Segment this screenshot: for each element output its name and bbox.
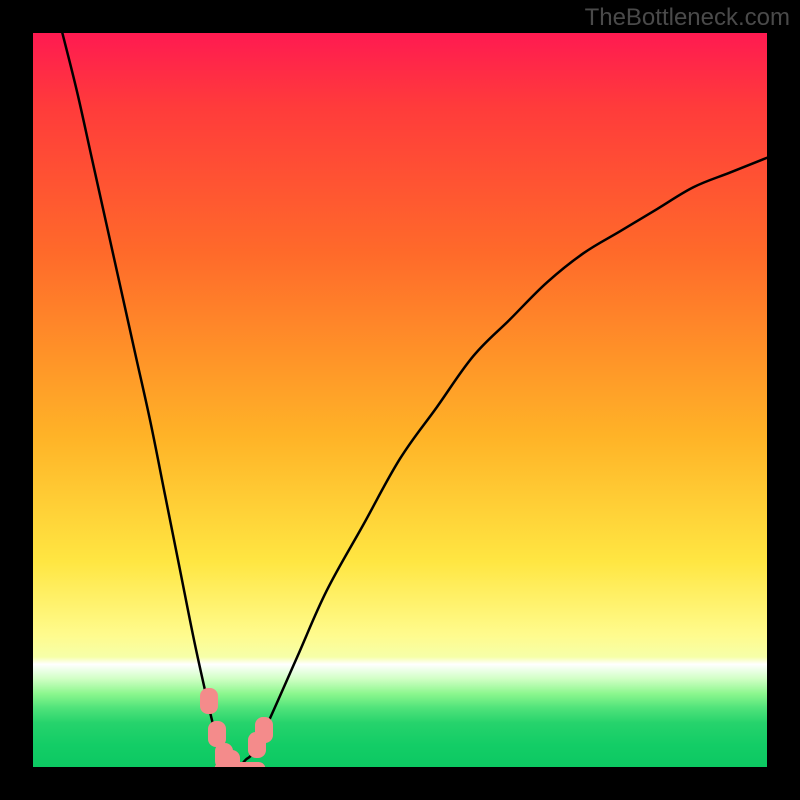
plot-area [33, 33, 767, 767]
bottleneck-curve [33, 33, 767, 767]
curve-marker-bottom [215, 762, 266, 767]
watermark-text: TheBottleneck.com [585, 4, 790, 32]
curve-marker [200, 688, 218, 714]
curve-marker [255, 717, 273, 743]
chart-frame: TheBottleneck.com [0, 0, 800, 800]
